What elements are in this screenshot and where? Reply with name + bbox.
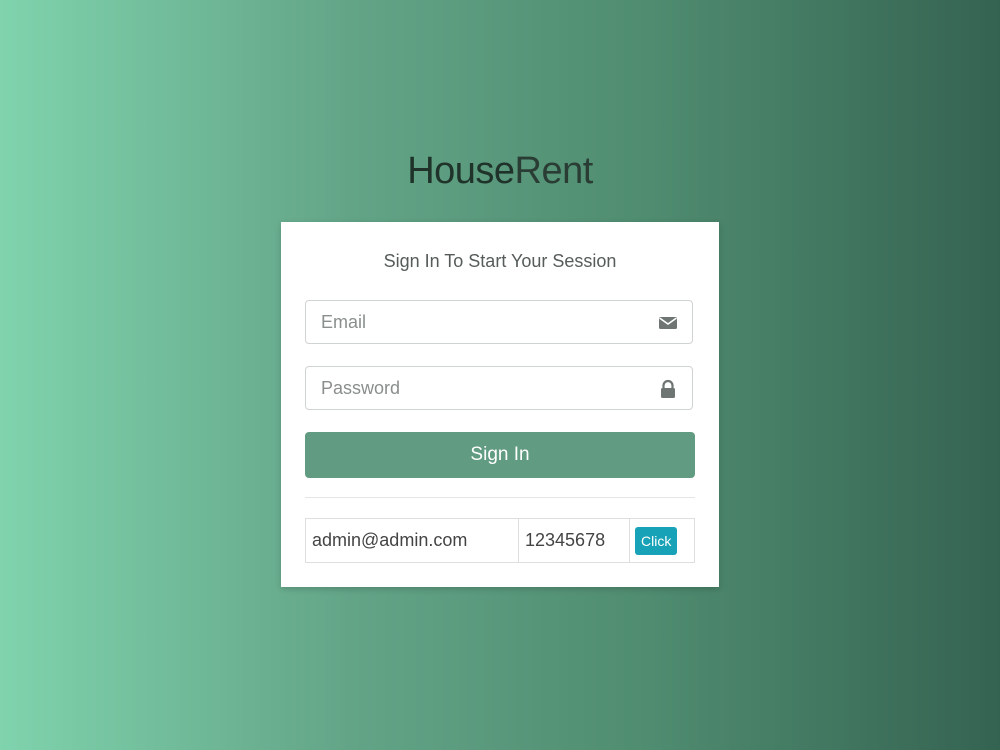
table-row: admin@admin.com 12345678 Click xyxy=(305,518,695,563)
sign-in-button[interactable]: Sign In xyxy=(305,432,695,478)
login-subtitle: Sign In To Start Your Session xyxy=(383,251,617,271)
password-field-wrapper xyxy=(305,366,693,410)
password-input[interactable] xyxy=(306,367,641,409)
app-logo: HouseRent xyxy=(0,150,1000,193)
fill-credentials-button[interactable]: Click xyxy=(635,526,678,555)
demo-email-cell: admin@admin.com xyxy=(305,518,519,563)
demo-credentials-table: admin@admin.com 12345678 Click xyxy=(305,518,695,563)
logo-text-house: House xyxy=(407,150,515,192)
divider xyxy=(305,497,695,498)
demo-password-cell: 12345678 xyxy=(518,518,630,563)
login-card: Sign In To Start Your Session Sign In ad… xyxy=(281,222,719,587)
demo-action-cell: Click xyxy=(629,518,695,563)
envelope-icon xyxy=(658,313,678,333)
email-field-wrapper xyxy=(305,300,693,344)
logo-text-rent: Rent xyxy=(514,150,594,192)
lock-icon xyxy=(658,379,678,399)
email-input[interactable] xyxy=(306,301,641,343)
